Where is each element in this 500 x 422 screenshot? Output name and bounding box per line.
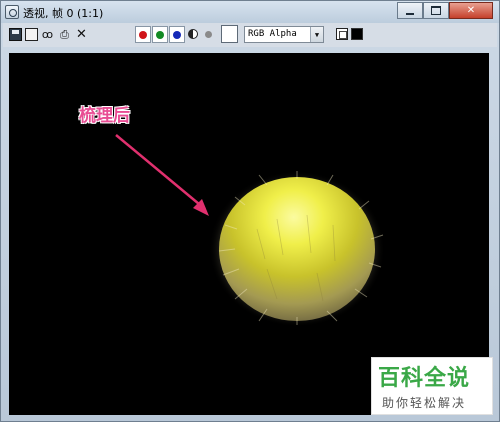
window-title: 透视, 帧 0 (1:1): [23, 7, 104, 20]
frame-icon[interactable]: [336, 28, 348, 40]
render-toolbar: ꝏ ⎙ ✕ RGB Alpha ▼: [3, 23, 497, 47]
monochrome-icon[interactable]: [188, 29, 198, 39]
print-icon[interactable]: ⎙: [58, 28, 71, 41]
blue-channel-icon: [173, 30, 181, 39]
green-channel-icon: [156, 30, 164, 39]
window-controls: ✕: [397, 2, 493, 19]
watermark-subtitle: 助你轻松解决: [382, 396, 467, 410]
color-swatch[interactable]: [221, 25, 238, 43]
clear-icon[interactable]: ✕: [75, 27, 88, 42]
close-button[interactable]: ✕: [449, 2, 493, 19]
black-swatch[interactable]: [351, 28, 363, 40]
chevron-down-icon[interactable]: ▼: [310, 27, 323, 42]
copy-icon[interactable]: [25, 28, 38, 41]
red-channel-button[interactable]: [135, 26, 151, 43]
alpha-channel-icon[interactable]: [205, 31, 212, 38]
maximize-button[interactable]: [423, 2, 449, 19]
channel-select-value: RGB Alpha: [248, 29, 297, 39]
app-icon: [5, 5, 19, 19]
render-frame-window: 透视, 帧 0 (1:1) ✕ ꝏ ⎙ ✕ RGB Alpha ▼ 梳理后 百科…: [0, 0, 500, 422]
watermark-logo: 百科全说: [378, 366, 471, 391]
clone-icon[interactable]: ꝏ: [41, 28, 54, 41]
red-channel-icon: [139, 30, 147, 39]
channel-display-select[interactable]: RGB Alpha ▼: [244, 26, 324, 43]
blue-channel-button[interactable]: [169, 26, 185, 43]
fur-ball-render: [209, 171, 385, 327]
green-channel-button[interactable]: [152, 26, 168, 43]
minimize-button[interactable]: [397, 2, 423, 19]
title-bar[interactable]: 透视, 帧 0 (1:1) ✕: [1, 1, 499, 23]
save-icon[interactable]: [9, 28, 22, 41]
watermark: 百科全说 助你轻松解决: [371, 357, 493, 415]
